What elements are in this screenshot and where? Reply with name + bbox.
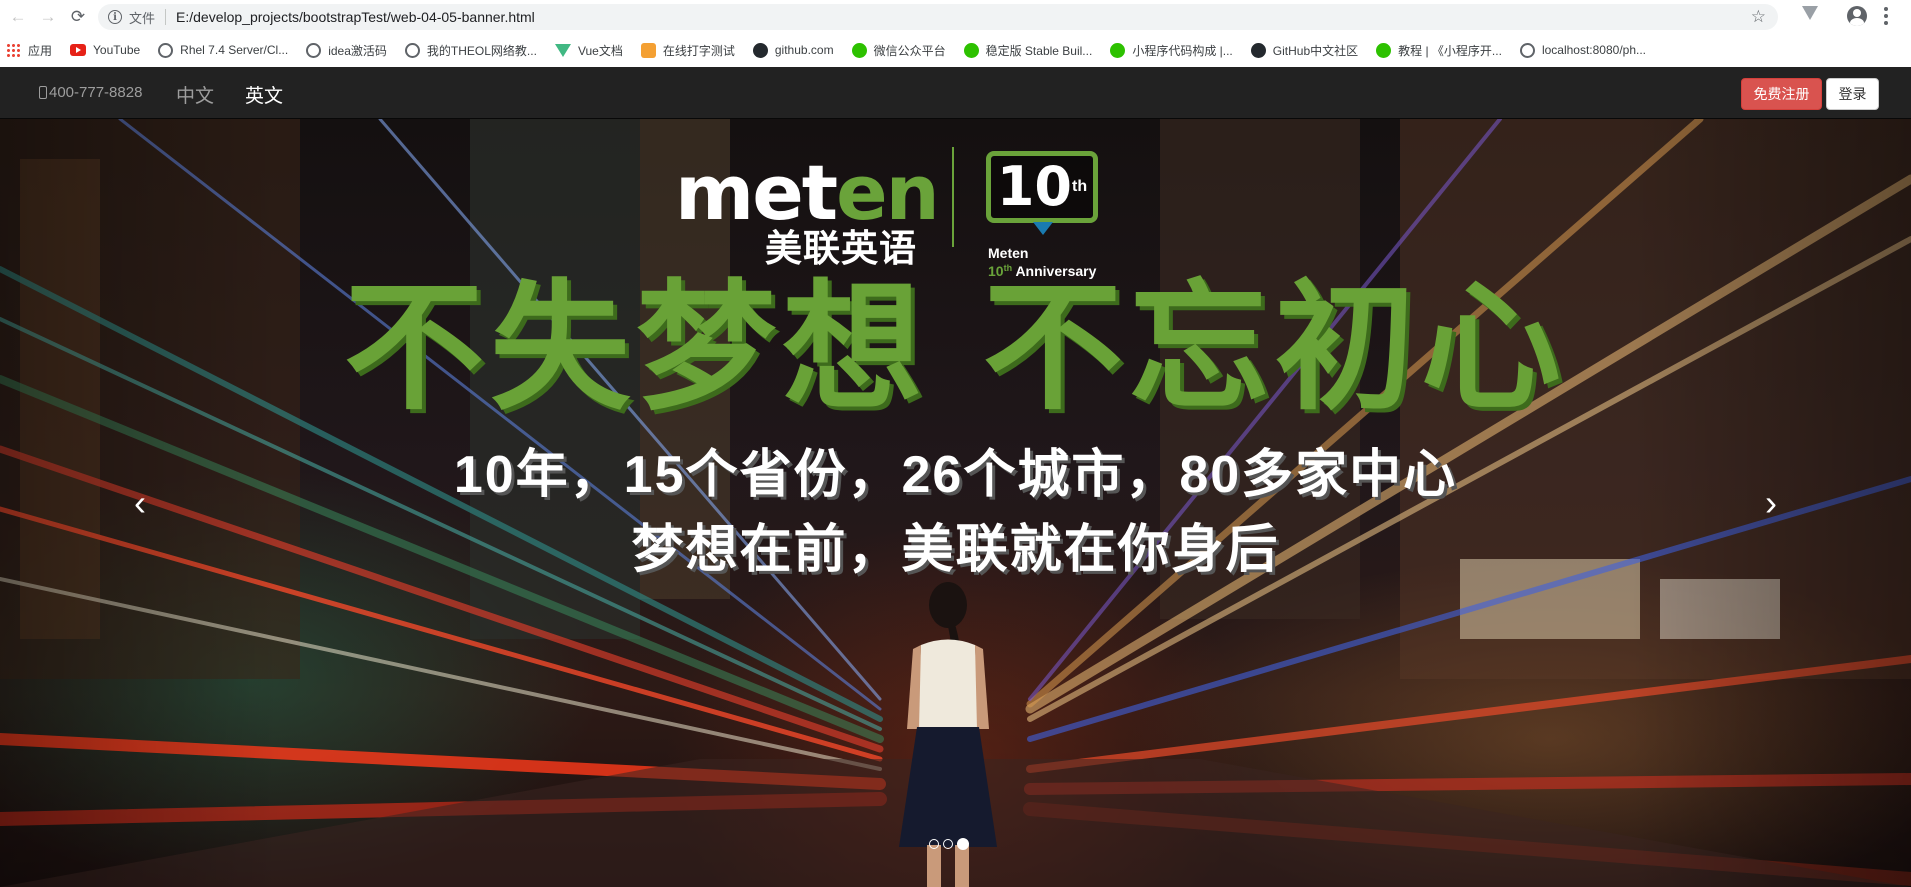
bookmark-theol[interactable]: 我的THEOL网络教... (404, 42, 537, 59)
banner-carousel: meten 美联英语 10th Meten 10th Anniversary 不… (0, 119, 1911, 887)
extension-icon[interactable] (1802, 6, 1818, 20)
anniversary-line-1: Meten (988, 245, 1029, 261)
banner-subline-2: 梦想在前，美联就在你身后 (631, 521, 1280, 579)
profile-avatar-icon[interactable] (1847, 6, 1867, 26)
bookmark-miniprogram-code[interactable]: 小程序代码构成 |... (1110, 42, 1233, 59)
banner-slogan: 不失梦想 不忘初心 (344, 267, 1567, 430)
bookmark-apps[interactable]: 应用 (6, 42, 52, 59)
bookmark-vue[interactable]: Vue文档 (554, 42, 623, 59)
globe-icon (404, 42, 420, 58)
wechat-icon (963, 42, 979, 58)
bookmark-label: 稳定版 Stable Buil... (985, 43, 1093, 58)
vue-icon (554, 43, 571, 57)
bookmark-rhel[interactable]: Rhel 7.4 Server/Cl... (158, 42, 289, 58)
bookmark-label: idea激活码 (328, 43, 387, 58)
github-icon (752, 42, 768, 58)
bookmark-label: 教程 | 《小程序开... (1398, 43, 1502, 58)
lang-chinese-link[interactable]: 中文 (176, 81, 214, 108)
address-bar[interactable]: i 文件 E:/develop_projects/bootstrapTest/w… (98, 4, 1778, 30)
banner-subline-1: 10年，15个省份，26个城市，80多家中心 (453, 446, 1458, 504)
bookmark-wechat-mp[interactable]: 微信公众平台 (851, 42, 946, 59)
bookmarks-bar: 应用 YouTube Rhel 7.4 Server/Cl... idea激活码… (0, 33, 1911, 67)
typing-icon (640, 42, 656, 58)
youtube-icon (70, 44, 87, 56)
url-divider (165, 9, 167, 25)
bookmark-typing[interactable]: 在线打字测试 (640, 42, 735, 59)
bookmark-label: 我的THEOL网络教... (426, 43, 537, 58)
bookmark-github-cn[interactable]: GitHub中文社区 (1250, 42, 1359, 59)
site-navbar: 400-777-8828 中文 英文 免费注册 登录 (0, 67, 1911, 119)
chevron-right-icon: › (1765, 482, 1777, 523)
bookmark-github[interactable]: github.com (752, 42, 834, 58)
carousel-indicators (929, 838, 969, 850)
carousel-next-control[interactable]: › (1631, 119, 1911, 887)
forward-icon[interactable]: → (36, 5, 60, 29)
bookmark-localhost[interactable]: localhost:8080/ph... (1519, 42, 1647, 58)
wechat-icon (851, 42, 867, 58)
bookmark-label: Rhel 7.4 Server/Cl... (180, 43, 289, 57)
globe-icon (158, 42, 174, 58)
phone-contact: 400-777-8828 (39, 84, 142, 101)
carousel-prev-control[interactable]: ‹ (0, 119, 280, 887)
url-text[interactable]: E:/develop_projects/bootstrapTest/web-04… (176, 9, 535, 25)
globe-icon (1519, 42, 1535, 58)
anniversary-badge: 10th (986, 151, 1098, 235)
bookmark-star-icon[interactable]: ☆ (1751, 7, 1766, 27)
logo-divider (952, 147, 954, 247)
bookmark-label: GitHub中文社区 (1272, 43, 1359, 58)
github-icon (1250, 42, 1266, 58)
meten-logo-chinese: 美联英语 (765, 228, 917, 269)
bookmark-label: 微信公众平台 (873, 43, 946, 58)
carousel-indicator-3[interactable] (957, 838, 969, 850)
browser-toolbar: ← → ⟳ i 文件 E:/develop_projects/bootstrap… (0, 0, 1911, 33)
chevron-left-icon: ‹ (134, 482, 146, 523)
register-button[interactable]: 免费注册 (1741, 78, 1822, 110)
bookmark-label: Vue文档 (577, 43, 623, 58)
apps-grid-icon (6, 42, 21, 58)
carousel-indicator-1[interactable] (929, 839, 939, 849)
bookmark-label: YouTube (93, 43, 141, 57)
bookmark-label: 小程序代码构成 |... (1132, 43, 1233, 58)
bookmark-tutorial[interactable]: 教程 | 《小程序开... (1376, 42, 1502, 59)
bookmark-youtube[interactable]: YouTube (70, 43, 140, 57)
bookmark-label: github.com (774, 43, 834, 57)
wechat-icon (1376, 42, 1392, 58)
bookmark-stable-build[interactable]: 稳定版 Stable Buil... (963, 42, 1093, 59)
carousel-indicator-2[interactable] (943, 839, 953, 849)
badge-number: 10 (996, 155, 1073, 218)
info-icon[interactable]: i (108, 10, 122, 24)
back-icon[interactable]: ← (6, 5, 30, 29)
phone-number: 400-777-8828 (49, 84, 143, 101)
bookmark-label: 应用 (28, 43, 53, 58)
bookmark-idea[interactable]: idea激活码 (306, 42, 387, 59)
reload-icon[interactable]: ⟳ (66, 5, 90, 29)
login-button[interactable]: 登录 (1826, 78, 1879, 110)
browser-menu-icon[interactable] (1884, 7, 1888, 25)
url-scheme-label: 文件 (129, 10, 156, 26)
badge-suffix: th (1072, 178, 1088, 195)
bookmark-label: 在线打字测试 (662, 43, 735, 58)
lang-english-link[interactable]: 英文 (245, 81, 283, 108)
bookmark-label: localhost:8080/ph... (1541, 43, 1647, 57)
phone-icon (39, 86, 47, 99)
wechat-icon (1110, 42, 1126, 58)
globe-icon (306, 42, 322, 58)
